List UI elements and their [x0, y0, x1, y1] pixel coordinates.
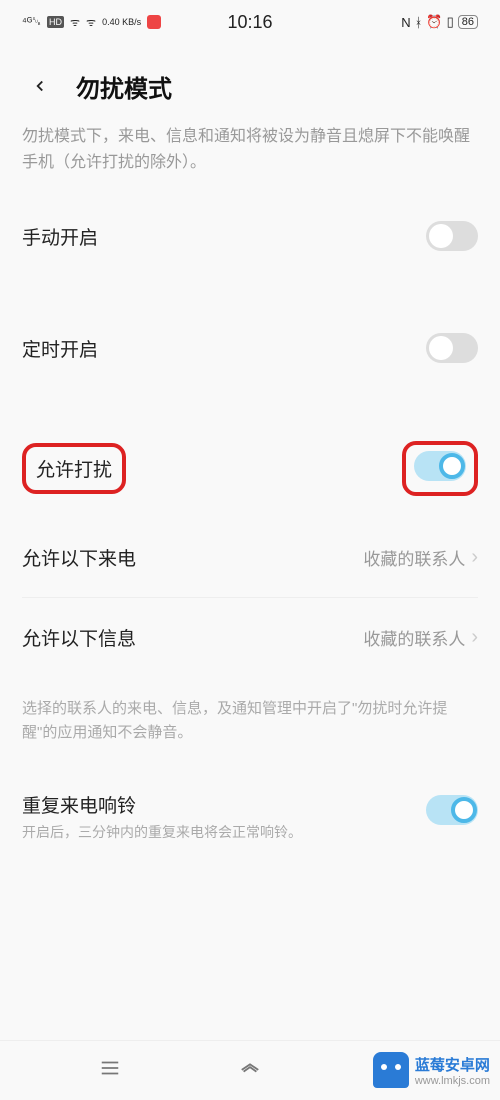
watermark: 蓝莓安卓网 www.lmkjs.com — [373, 1052, 490, 1088]
nav-home-button[interactable] — [237, 1057, 263, 1084]
clock: 10:16 — [227, 12, 272, 33]
dnd-description: 勿扰模式下，来电、信息和通知将被设为静音且熄屏下不能唤醒手机（允许打扰的除外）。 — [0, 124, 500, 195]
page-title: 勿扰模式 — [76, 69, 172, 104]
allow-toggle[interactable] — [414, 451, 466, 481]
watermark-title: 蓝莓安卓网 — [415, 1054, 490, 1075]
allow-label-highlight: 允许打扰 — [22, 443, 126, 494]
menu-icon — [97, 1057, 123, 1079]
android-icon — [373, 1052, 409, 1088]
status-bar: ⁴ᴳ␚ HD ᯤ ᯤ 0.40 KB/s 10:16 N ᚼ ⏰ ▯ 86 — [0, 0, 500, 44]
toggle-knob — [439, 453, 465, 479]
vibrate-icon: ▯ — [447, 14, 454, 30]
allow-calls-value: 收藏的联系人 — [363, 545, 465, 570]
repeat-sub: 开启后，三分钟内的重复来电将会正常响铃。 — [22, 822, 302, 842]
header: 勿扰模式 — [0, 44, 500, 124]
nav-recent-button[interactable] — [97, 1057, 123, 1084]
manual-toggle[interactable] — [426, 221, 478, 251]
hd-icon: HD — [47, 16, 64, 28]
bluetooth-icon: ᚼ — [415, 15, 423, 30]
timed-toggle[interactable] — [426, 333, 478, 363]
toggle-knob — [451, 797, 477, 823]
allow-msgs-value: 收藏的联系人 — [363, 625, 465, 650]
chevron-right-icon: › — [471, 626, 478, 649]
repeat-call-row[interactable]: 重复来电响铃 开启后，三分钟内的重复来电将会正常响铃。 — [22, 765, 478, 868]
allow-disturb-row[interactable]: 允许打扰 — [22, 419, 478, 518]
battery-icon: 86 — [458, 15, 478, 29]
net-speed: 0.40 KB/s — [102, 17, 141, 27]
wifi-icon: ᯤ — [70, 15, 80, 30]
status-left: ⁴ᴳ␚ HD ᯤ ᯤ 0.40 KB/s — [22, 15, 161, 30]
repeat-toggle[interactable] — [426, 795, 478, 825]
timed-label: 定时开启 — [22, 335, 98, 362]
toggle-knob — [429, 336, 453, 360]
allow-calls-row[interactable]: 允许以下来电 收藏的联系人 › — [22, 518, 478, 598]
allow-msgs-row[interactable]: 允许以下信息 收藏的联系人 › — [22, 598, 478, 677]
chevron-left-icon — [31, 77, 49, 95]
nfc-icon: N — [401, 15, 410, 30]
back-button[interactable] — [22, 68, 58, 104]
signal-icon: ⁴ᴳ␚ — [22, 16, 41, 29]
app-icon — [147, 15, 161, 29]
status-right: N ᚼ ⏰ ▯ 86 — [401, 14, 478, 30]
allow-calls-label: 允许以下来电 — [22, 544, 136, 571]
allow-label: 允许打扰 — [36, 460, 112, 481]
chevron-right-icon: › — [471, 546, 478, 569]
manual-label: 手动开启 — [22, 223, 98, 250]
manual-enable-row[interactable]: 手动开启 — [22, 195, 478, 277]
repeat-label: 重复来电响铃 — [22, 791, 302, 818]
wifi2-icon: ᯤ — [86, 15, 96, 30]
allow-toggle-highlight — [402, 441, 478, 496]
home-icon — [237, 1057, 263, 1079]
allow-note: 选择的联系人的来电、信息，及通知管理中开启了"勿扰时允许提醒"的应用通知不会静音… — [0, 677, 500, 765]
toggle-knob — [429, 224, 453, 248]
allow-msgs-label: 允许以下信息 — [22, 624, 136, 651]
timed-enable-row[interactable]: 定时开启 — [22, 307, 478, 389]
watermark-url: www.lmkjs.com — [415, 1075, 490, 1087]
alarm-icon: ⏰ — [426, 14, 442, 30]
